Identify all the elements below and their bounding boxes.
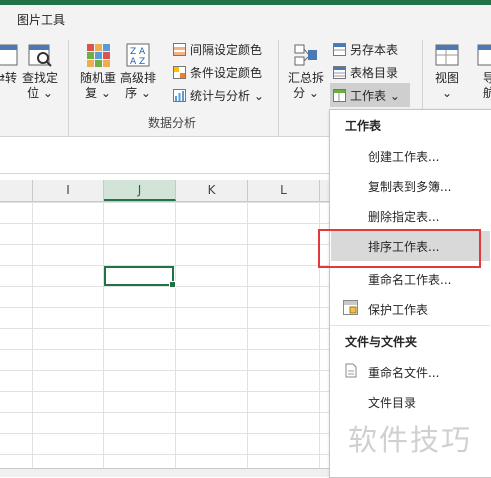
- grid-line: [103, 202, 104, 468]
- menu-item-protect-worksheet[interactable]: 保护工作表: [368, 301, 428, 318]
- table-directory-icon: [333, 65, 346, 79]
- column-header-i[interactable]: I: [33, 180, 104, 201]
- ribbon-tab-strip: 图片工具: [0, 5, 491, 32]
- column-header-partial[interactable]: [0, 180, 33, 201]
- find-locate-label2: 位 ⌄: [27, 86, 53, 100]
- menu-item-rename-worksheets[interactable]: 重命名工作表...: [368, 271, 451, 288]
- menu-item-rename-files[interactable]: 重命名文件...: [368, 364, 439, 381]
- svg-text:A Z: A Z: [130, 57, 145, 67]
- advanced-sort-button[interactable]: Z AA Z 高级排 序 ⌄: [118, 42, 158, 101]
- view-button[interactable]: 视图 ⌄: [428, 42, 466, 101]
- grid-line: [175, 202, 176, 468]
- stats-icon: [173, 88, 186, 102]
- random-repeat-label2: 复 ⌄: [85, 86, 111, 100]
- save-table-icon: [333, 42, 346, 56]
- worksheet-dropdown-button[interactable]: 工作表 ⌄: [330, 83, 410, 107]
- menu-item-create-worksheet[interactable]: 创建工作表...: [368, 148, 439, 165]
- menu-divider: [330, 325, 490, 326]
- worksheet-icon: [333, 88, 346, 102]
- menu-header-files: 文件与文件夹: [345, 335, 418, 349]
- interval-color-label: 间隔设定颜色: [190, 42, 263, 57]
- condition-color-button[interactable]: 条件设定颜色: [173, 62, 262, 82]
- highlight-box: [318, 229, 481, 268]
- ribbon-separator: [278, 40, 279, 136]
- tab-picture-tools[interactable]: 图片工具: [17, 11, 65, 28]
- find-locate-button[interactable]: 查找定 位 ⌄: [20, 42, 60, 101]
- advanced-sort-label: 高级排: [119, 71, 156, 85]
- nav-icon: [476, 42, 491, 68]
- menu-item-copy-to-workbooks[interactable]: 复制表到多簿...: [368, 178, 451, 195]
- condition-color-label: 条件设定颜色: [190, 65, 263, 80]
- rename-file-icon: [343, 363, 358, 378]
- stats-analysis-label: 统计与分析 ⌄: [190, 88, 264, 103]
- random-icon: [85, 42, 111, 68]
- nav-button[interactable]: 导 航: [474, 42, 491, 101]
- data-analysis-group-label: 数据分析: [148, 116, 197, 130]
- menu-header-worksheet: 工作表: [345, 119, 382, 133]
- find-locate-label: 查找定: [21, 71, 58, 85]
- summary-split-label2: 分 ⌄: [293, 86, 319, 100]
- column-header-j[interactable]: J: [104, 180, 176, 201]
- stats-analysis-button[interactable]: 统计与分析 ⌄: [173, 85, 264, 105]
- turn-button[interactable]: ⇄转: [0, 42, 20, 86]
- nav-label2: 航: [482, 86, 491, 100]
- nav-label: 导: [482, 71, 491, 85]
- view-icon: [434, 42, 460, 68]
- summary-split-label: 汇总拆: [287, 71, 324, 85]
- active-cell[interactable]: [104, 266, 176, 288]
- view-label: 视图: [434, 71, 459, 85]
- worksheet-dropdown-label: 工作表 ⌄: [350, 88, 400, 103]
- grid-line: [247, 202, 248, 468]
- random-repeat-button[interactable]: 随机重 复 ⌄: [78, 42, 118, 101]
- menu-item-delete-specified[interactable]: 删除指定表...: [368, 208, 439, 225]
- watermark-text: 软件技巧: [348, 423, 473, 457]
- table-directory-button[interactable]: 表格目录: [333, 62, 398, 82]
- view-label2: ⌄: [441, 86, 453, 100]
- find-icon: [27, 42, 53, 68]
- interval-color-icon: [173, 42, 186, 56]
- interval-color-button[interactable]: 间隔设定颜色: [173, 39, 262, 59]
- random-repeat-label: 随机重: [79, 71, 116, 85]
- grid-line: [32, 202, 33, 468]
- sort-az-icon: Z AA Z: [125, 42, 151, 68]
- condition-color-icon: [173, 65, 186, 79]
- advanced-sort-label2: 序 ⌄: [125, 86, 151, 100]
- protect-sheet-icon: [343, 300, 358, 315]
- svg-text:Z A: Z A: [130, 47, 146, 57]
- grid-icon: [0, 42, 19, 68]
- save-as-table-button[interactable]: 另存本表: [333, 39, 398, 59]
- column-header-l[interactable]: L: [248, 180, 320, 201]
- summary-split-button[interactable]: 汇总拆 分 ⌄: [285, 42, 327, 101]
- column-header-k[interactable]: K: [176, 180, 248, 201]
- save-as-table-label: 另存本表: [350, 42, 399, 57]
- summary-split-icon: [293, 42, 319, 68]
- table-directory-label: 表格目录: [350, 65, 399, 80]
- ribbon-separator: [68, 40, 69, 136]
- turn-label: ⇄转: [0, 71, 18, 85]
- menu-item-file-directory[interactable]: 文件目录: [368, 394, 416, 411]
